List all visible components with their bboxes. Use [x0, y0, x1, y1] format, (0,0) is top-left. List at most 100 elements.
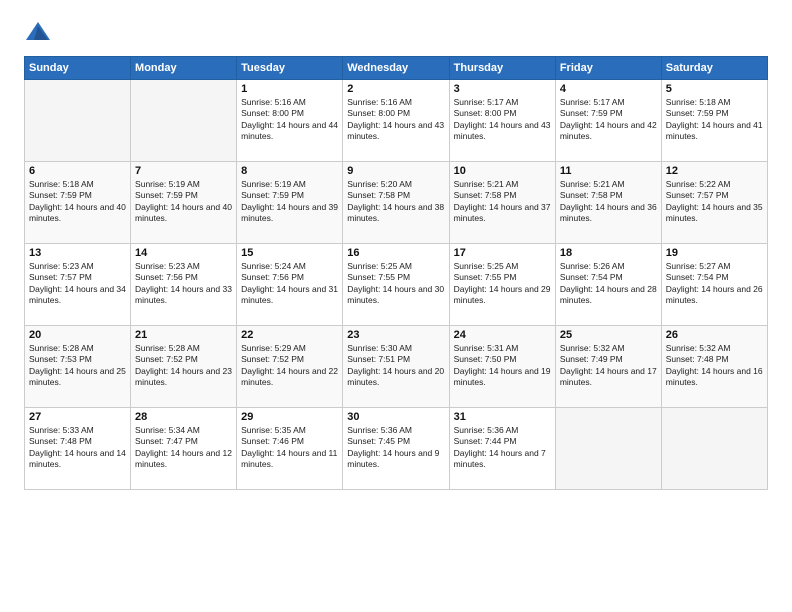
calendar-cell: 19 Sunrise: 5:27 AMSunset: 7:54 PMDayligh… — [661, 244, 767, 326]
day-number: 4 — [560, 83, 657, 95]
day-number: 2 — [347, 83, 444, 95]
cell-details: Sunrise: 5:16 AMSunset: 8:00 PMDaylight:… — [347, 97, 444, 143]
calendar-cell: 1 Sunrise: 5:16 AMSunset: 8:00 PMDaylight… — [237, 80, 343, 162]
day-header-friday: Friday — [555, 57, 661, 80]
calendar-week-5: 27Sunrise: 5:33 AMSunset: 7:48 PMDayligh… — [25, 408, 768, 490]
day-number: 20 — [29, 329, 126, 341]
cell-details: Sunrise: 5:26 AMSunset: 7:54 PMDaylight:… — [560, 261, 657, 307]
cell-details: Sunrise: 5:19 AMSunset: 7:59 PMDaylight:… — [135, 179, 232, 225]
calendar-cell: 26Sunrise: 5:32 AMSunset: 7:48 PMDayligh… — [661, 326, 767, 408]
cell-details: Sunrise: 5:36 AMSunset: 7:44 PMDaylight:… — [454, 425, 551, 471]
day-number: 22 — [241, 329, 338, 341]
calendar-cell: 25 Sunrise: 5:32 AMSunset: 7:49 PMDayligh… — [555, 326, 661, 408]
day-number: 6 — [29, 165, 126, 177]
calendar-cell: 28 Sunrise: 5:34 AMSunset: 7:47 PMDayligh… — [131, 408, 237, 490]
day-number: 21 — [135, 329, 232, 341]
day-number: 7 — [135, 165, 232, 177]
cell-details: Sunrise: 5:22 AMSunset: 7:57 PMDaylight:… — [666, 179, 763, 225]
day-number: 12 — [666, 165, 763, 177]
calendar-cell: 6 Sunrise: 5:18 AMSunset: 7:59 PMDaylight… — [25, 162, 131, 244]
calendar-table: SundayMondayTuesdayWednesdayThursdayFrid… — [24, 56, 768, 490]
cell-details: Sunrise: 5:17 AMSunset: 7:59 PMDaylight:… — [560, 97, 657, 143]
day-number: 19 — [666, 247, 763, 259]
cell-details: Sunrise: 5:25 AMSunset: 7:55 PMDaylight:… — [454, 261, 551, 307]
day-number: 5 — [666, 83, 763, 95]
calendar-cell — [131, 80, 237, 162]
cell-details: Sunrise: 5:28 AMSunset: 7:53 PMDaylight:… — [29, 343, 126, 389]
cell-details: Sunrise: 5:27 AMSunset: 7:54 PMDaylight:… — [666, 261, 763, 307]
calendar-cell: 27Sunrise: 5:33 AMSunset: 7:48 PMDayligh… — [25, 408, 131, 490]
cell-details: Sunrise: 5:24 AMSunset: 7:56 PMDaylight:… — [241, 261, 338, 307]
cell-details: Sunrise: 5:36 AMSunset: 7:45 PMDaylight:… — [347, 425, 444, 471]
day-header-saturday: Saturday — [661, 57, 767, 80]
day-number: 8 — [241, 165, 338, 177]
cell-details: Sunrise: 5:33 AMSunset: 7:48 PMDaylight:… — [29, 425, 126, 471]
calendar-cell: 15 Sunrise: 5:24 AMSunset: 7:56 PMDayligh… — [237, 244, 343, 326]
calendar-body: 1 Sunrise: 5:16 AMSunset: 8:00 PMDaylight… — [25, 80, 768, 490]
calendar-week-3: 13 Sunrise: 5:23 AMSunset: 7:57 PMDayligh… — [25, 244, 768, 326]
calendar-cell: 30Sunrise: 5:36 AMSunset: 7:45 PMDayligh… — [343, 408, 449, 490]
cell-details: Sunrise: 5:17 AMSunset: 8:00 PMDaylight:… — [454, 97, 551, 143]
calendar-week-1: 1 Sunrise: 5:16 AMSunset: 8:00 PMDaylight… — [25, 80, 768, 162]
day-number: 29 — [241, 411, 338, 423]
day-header-wednesday: Wednesday — [343, 57, 449, 80]
cell-details: Sunrise: 5:16 AMSunset: 8:00 PMDaylight:… — [241, 97, 338, 143]
day-number: 26 — [666, 329, 763, 341]
calendar-cell: 16Sunrise: 5:25 AMSunset: 7:55 PMDayligh… — [343, 244, 449, 326]
calendar-cell: 5 Sunrise: 5:18 AMSunset: 7:59 PMDaylight… — [661, 80, 767, 162]
calendar-cell: 18 Sunrise: 5:26 AMSunset: 7:54 PMDayligh… — [555, 244, 661, 326]
day-header-tuesday: Tuesday — [237, 57, 343, 80]
cell-details: Sunrise: 5:21 AMSunset: 7:58 PMDaylight:… — [454, 179, 551, 225]
calendar-cell: 31 Sunrise: 5:36 AMSunset: 7:44 PMDayligh… — [449, 408, 555, 490]
calendar-cell: 13 Sunrise: 5:23 AMSunset: 7:57 PMDayligh… — [25, 244, 131, 326]
day-number: 11 — [560, 165, 657, 177]
day-number: 24 — [454, 329, 551, 341]
calendar-cell — [25, 80, 131, 162]
day-number: 25 — [560, 329, 657, 341]
cell-details: Sunrise: 5:18 AMSunset: 7:59 PMDaylight:… — [29, 179, 126, 225]
cell-details: Sunrise: 5:18 AMSunset: 7:59 PMDaylight:… — [666, 97, 763, 143]
header — [24, 18, 768, 46]
day-number: 14 — [135, 247, 232, 259]
day-number: 13 — [29, 247, 126, 259]
calendar-cell: 3 Sunrise: 5:17 AMSunset: 8:00 PMDaylight… — [449, 80, 555, 162]
calendar-cell — [555, 408, 661, 490]
calendar-cell: 21 Sunrise: 5:28 AMSunset: 7:52 PMDayligh… — [131, 326, 237, 408]
calendar-cell: 24Sunrise: 5:31 AMSunset: 7:50 PMDayligh… — [449, 326, 555, 408]
cell-details: Sunrise: 5:23 AMSunset: 7:57 PMDaylight:… — [29, 261, 126, 307]
calendar-cell: 20 Sunrise: 5:28 AMSunset: 7:53 PMDayligh… — [25, 326, 131, 408]
cell-details: Sunrise: 5:29 AMSunset: 7:52 PMDaylight:… — [241, 343, 338, 389]
calendar-week-4: 20 Sunrise: 5:28 AMSunset: 7:53 PMDayligh… — [25, 326, 768, 408]
cell-details: Sunrise: 5:21 AMSunset: 7:58 PMDaylight:… — [560, 179, 657, 225]
calendar-cell: 14 Sunrise: 5:23 AMSunset: 7:56 PMDayligh… — [131, 244, 237, 326]
calendar-cell: 9 Sunrise: 5:20 AMSunset: 7:58 PMDaylight… — [343, 162, 449, 244]
calendar-cell: 2 Sunrise: 5:16 AMSunset: 8:00 PMDaylight… — [343, 80, 449, 162]
day-number: 15 — [241, 247, 338, 259]
cell-details: Sunrise: 5:25 AMSunset: 7:55 PMDaylight:… — [347, 261, 444, 307]
day-number: 18 — [560, 247, 657, 259]
day-number: 23 — [347, 329, 444, 341]
cell-details: Sunrise: 5:34 AMSunset: 7:47 PMDaylight:… — [135, 425, 232, 471]
calendar-cell: 4 Sunrise: 5:17 AMSunset: 7:59 PMDaylight… — [555, 80, 661, 162]
cell-details: Sunrise: 5:20 AMSunset: 7:58 PMDaylight:… — [347, 179, 444, 225]
day-header-sunday: Sunday — [25, 57, 131, 80]
day-header-monday: Monday — [131, 57, 237, 80]
calendar-cell: 29 Sunrise: 5:35 AMSunset: 7:46 PMDayligh… — [237, 408, 343, 490]
cell-details: Sunrise: 5:28 AMSunset: 7:52 PMDaylight:… — [135, 343, 232, 389]
calendar-cell: 8 Sunrise: 5:19 AMSunset: 7:59 PMDaylight… — [237, 162, 343, 244]
cell-details: Sunrise: 5:32 AMSunset: 7:49 PMDaylight:… — [560, 343, 657, 389]
calendar-cell: 11 Sunrise: 5:21 AMSunset: 7:58 PMDayligh… — [555, 162, 661, 244]
day-number: 28 — [135, 411, 232, 423]
cell-details: Sunrise: 5:35 AMSunset: 7:46 PMDaylight:… — [241, 425, 338, 471]
calendar-header-row: SundayMondayTuesdayWednesdayThursdayFrid… — [25, 57, 768, 80]
day-number: 31 — [454, 411, 551, 423]
day-number: 17 — [454, 247, 551, 259]
calendar-week-2: 6 Sunrise: 5:18 AMSunset: 7:59 PMDaylight… — [25, 162, 768, 244]
day-number: 9 — [347, 165, 444, 177]
cell-details: Sunrise: 5:19 AMSunset: 7:59 PMDaylight:… — [241, 179, 338, 225]
calendar-cell — [661, 408, 767, 490]
calendar-cell: 23Sunrise: 5:30 AMSunset: 7:51 PMDayligh… — [343, 326, 449, 408]
day-number: 1 — [241, 83, 338, 95]
day-number: 3 — [454, 83, 551, 95]
cell-details: Sunrise: 5:23 AMSunset: 7:56 PMDaylight:… — [135, 261, 232, 307]
